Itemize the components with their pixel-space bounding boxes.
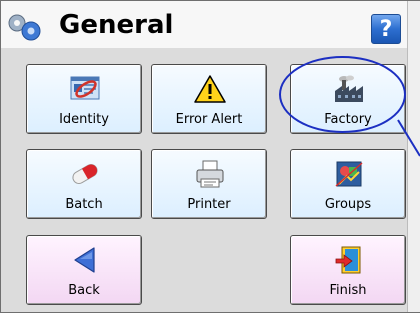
callout-pointer-line	[397, 119, 420, 157]
